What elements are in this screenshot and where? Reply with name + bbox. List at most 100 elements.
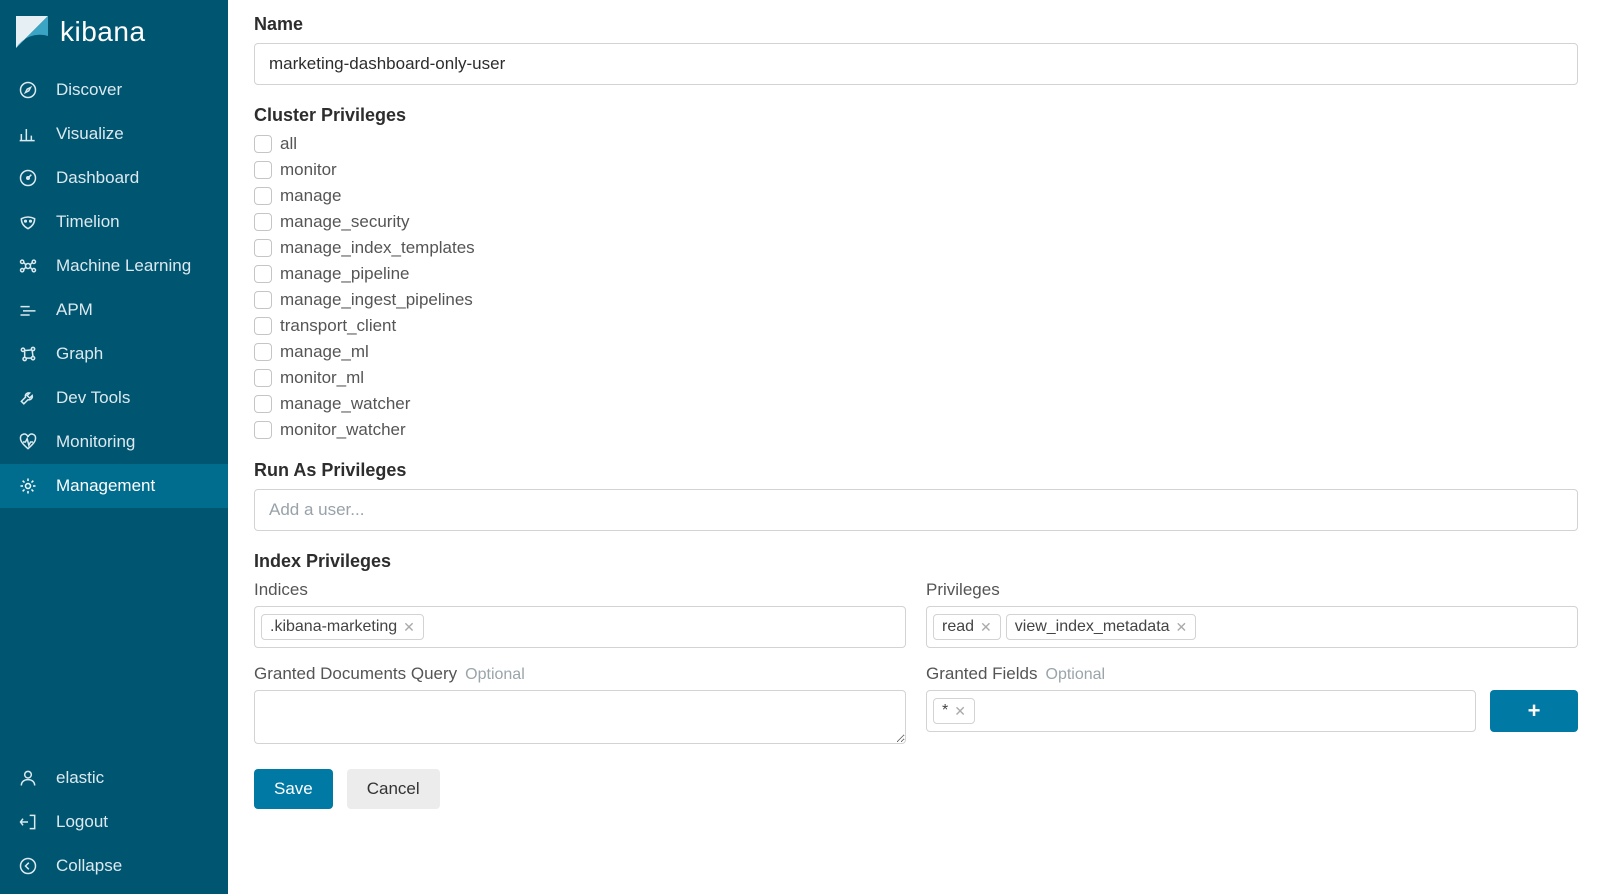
granted-docs-textarea[interactable] bbox=[254, 690, 906, 744]
checkbox-monitor_watcher[interactable] bbox=[254, 421, 272, 439]
checkbox-row-manage_security[interactable]: manage_security bbox=[254, 212, 1578, 232]
granted-docs-label: Granted Documents Query Optional bbox=[254, 664, 906, 684]
cancel-button[interactable]: Cancel bbox=[347, 769, 440, 809]
optional-text: Optional bbox=[465, 666, 525, 684]
checkbox-row-manage_index_templates[interactable]: manage_index_templates bbox=[254, 238, 1578, 258]
brand-name: kibana bbox=[60, 16, 146, 48]
save-button[interactable]: Save bbox=[254, 769, 333, 809]
checkbox-row-transport_client[interactable]: transport_client bbox=[254, 316, 1578, 336]
gear-icon bbox=[18, 476, 38, 496]
privilege-tag: view_index_metadata ✕ bbox=[1006, 614, 1197, 640]
checkbox-label: manage_ingest_pipelines bbox=[280, 290, 473, 310]
sidebar-item-label: Logout bbox=[56, 812, 108, 832]
sidebar-item-graph[interactable]: Graph bbox=[0, 332, 228, 376]
checkbox-label: transport_client bbox=[280, 316, 396, 336]
tag-label: .kibana-marketing bbox=[270, 618, 397, 636]
checkbox-manage_security[interactable] bbox=[254, 213, 272, 231]
nav-main: Discover Visualize Dashboard Timelion Ma… bbox=[0, 68, 228, 756]
privileges-input[interactable]: read ✕ view_index_metadata ✕ bbox=[926, 606, 1578, 648]
heartbeat-icon bbox=[18, 432, 38, 452]
checkbox-row-monitor_ml[interactable]: monitor_ml bbox=[254, 368, 1578, 388]
checkbox-row-manage_ingest_pipelines[interactable]: manage_ingest_pipelines bbox=[254, 290, 1578, 310]
run-as-section: Run As Privileges bbox=[254, 460, 1578, 531]
sidebar-item-management[interactable]: Management bbox=[0, 464, 228, 508]
checkbox-all[interactable] bbox=[254, 135, 272, 153]
name-input[interactable] bbox=[254, 43, 1578, 85]
sidebar-item-label: Management bbox=[56, 476, 155, 496]
sidebar-item-monitoring[interactable]: Monitoring bbox=[0, 420, 228, 464]
graph-icon bbox=[18, 344, 38, 364]
index-privileges-section: Index Privileges Indices .kibana-marketi… bbox=[254, 551, 1578, 749]
sidebar-item-label: Collapse bbox=[56, 856, 122, 876]
add-index-privilege-button[interactable]: + bbox=[1490, 690, 1578, 732]
granted-fields-label-text: Granted Fields bbox=[926, 664, 1038, 684]
collapse-icon bbox=[18, 856, 38, 876]
checkbox-row-manage_ml[interactable]: manage_ml bbox=[254, 342, 1578, 362]
checkbox-row-manage_watcher[interactable]: manage_watcher bbox=[254, 394, 1578, 414]
checkbox-label: manage_watcher bbox=[280, 394, 410, 414]
sidebar-item-dev-tools[interactable]: Dev Tools bbox=[0, 376, 228, 420]
sidebar-item-timelion[interactable]: Timelion bbox=[0, 200, 228, 244]
sidebar-item-dashboard[interactable]: Dashboard bbox=[0, 156, 228, 200]
remove-tag-icon[interactable]: ✕ bbox=[980, 620, 992, 634]
granted-docs-col: Granted Documents Query Optional bbox=[254, 664, 906, 749]
checkbox-row-manage[interactable]: manage bbox=[254, 186, 1578, 206]
run-as-label: Run As Privileges bbox=[254, 460, 1578, 481]
granted-docs-label-text: Granted Documents Query bbox=[254, 664, 457, 684]
sidebar-item-logout[interactable]: Logout bbox=[0, 800, 228, 844]
sidebar-item-label: Dev Tools bbox=[56, 388, 130, 408]
sidebar-item-label: Visualize bbox=[56, 124, 124, 144]
name-section: Name bbox=[254, 14, 1578, 85]
remove-tag-icon[interactable]: ✕ bbox=[1176, 620, 1188, 634]
sidebar-item-visualize[interactable]: Visualize bbox=[0, 112, 228, 156]
remove-tag-icon[interactable]: ✕ bbox=[954, 704, 966, 718]
checkbox-manage_index_templates[interactable] bbox=[254, 239, 272, 257]
plus-icon: + bbox=[1528, 698, 1541, 724]
checkbox-row-manage_pipeline[interactable]: manage_pipeline bbox=[254, 264, 1578, 284]
sidebar-item-label: Graph bbox=[56, 344, 103, 364]
checkbox-row-monitor[interactable]: monitor bbox=[254, 160, 1578, 180]
checkbox-manage_ingest_pipelines[interactable] bbox=[254, 291, 272, 309]
cluster-privileges-label: Cluster Privileges bbox=[254, 105, 1578, 126]
optional-text: Optional bbox=[1046, 666, 1106, 684]
sidebar-item-user[interactable]: elastic bbox=[0, 756, 228, 800]
privileges-label: Privileges bbox=[926, 580, 1578, 600]
remove-tag-icon[interactable]: ✕ bbox=[403, 620, 415, 634]
checkbox-monitor[interactable] bbox=[254, 161, 272, 179]
checkbox-transport_client[interactable] bbox=[254, 317, 272, 335]
checkbox-label: manage bbox=[280, 186, 341, 206]
cluster-privileges-list: all monitor manage manage_security manage_in… bbox=[254, 134, 1578, 440]
user-icon bbox=[18, 768, 38, 788]
checkbox-monitor_ml[interactable] bbox=[254, 369, 272, 387]
main-content: Name Cluster Privileges all monitor manage… bbox=[228, 0, 1600, 894]
sidebar-item-label: Machine Learning bbox=[56, 256, 191, 276]
apm-icon bbox=[18, 300, 38, 320]
tag-label: read bbox=[942, 618, 974, 636]
sidebar-item-collapse[interactable]: Collapse bbox=[0, 844, 228, 888]
checkbox-manage_ml[interactable] bbox=[254, 343, 272, 361]
form-actions: Save Cancel bbox=[254, 769, 1578, 809]
sidebar-item-machine-learning[interactable]: Machine Learning bbox=[0, 244, 228, 288]
run-as-input[interactable] bbox=[254, 489, 1578, 531]
checkbox-manage_pipeline[interactable] bbox=[254, 265, 272, 283]
checkbox-label: monitor bbox=[280, 160, 337, 180]
compass-icon bbox=[18, 80, 38, 100]
barchart-icon bbox=[18, 124, 38, 144]
checkbox-manage[interactable] bbox=[254, 187, 272, 205]
logout-icon bbox=[18, 812, 38, 832]
tag-label: view_index_metadata bbox=[1015, 618, 1170, 636]
wrench-icon bbox=[18, 388, 38, 408]
indices-input[interactable]: .kibana-marketing ✕ bbox=[254, 606, 906, 648]
sidebar-item-discover[interactable]: Discover bbox=[0, 68, 228, 112]
ml-icon bbox=[18, 256, 38, 276]
checkbox-row-all[interactable]: all bbox=[254, 134, 1578, 154]
sidebar: kibana Discover Visualize Dashboard Time… bbox=[0, 0, 228, 894]
granted-fields-input[interactable]: *✕ bbox=[926, 690, 1476, 732]
checkbox-row-monitor_watcher[interactable]: monitor_watcher bbox=[254, 420, 1578, 440]
index-tag: .kibana-marketing ✕ bbox=[261, 614, 424, 640]
indices-label: Indices bbox=[254, 580, 906, 600]
granted-field-tag: *✕ bbox=[933, 698, 975, 724]
checkbox-label: manage_ml bbox=[280, 342, 369, 362]
sidebar-item-apm[interactable]: APM bbox=[0, 288, 228, 332]
checkbox-manage_watcher[interactable] bbox=[254, 395, 272, 413]
